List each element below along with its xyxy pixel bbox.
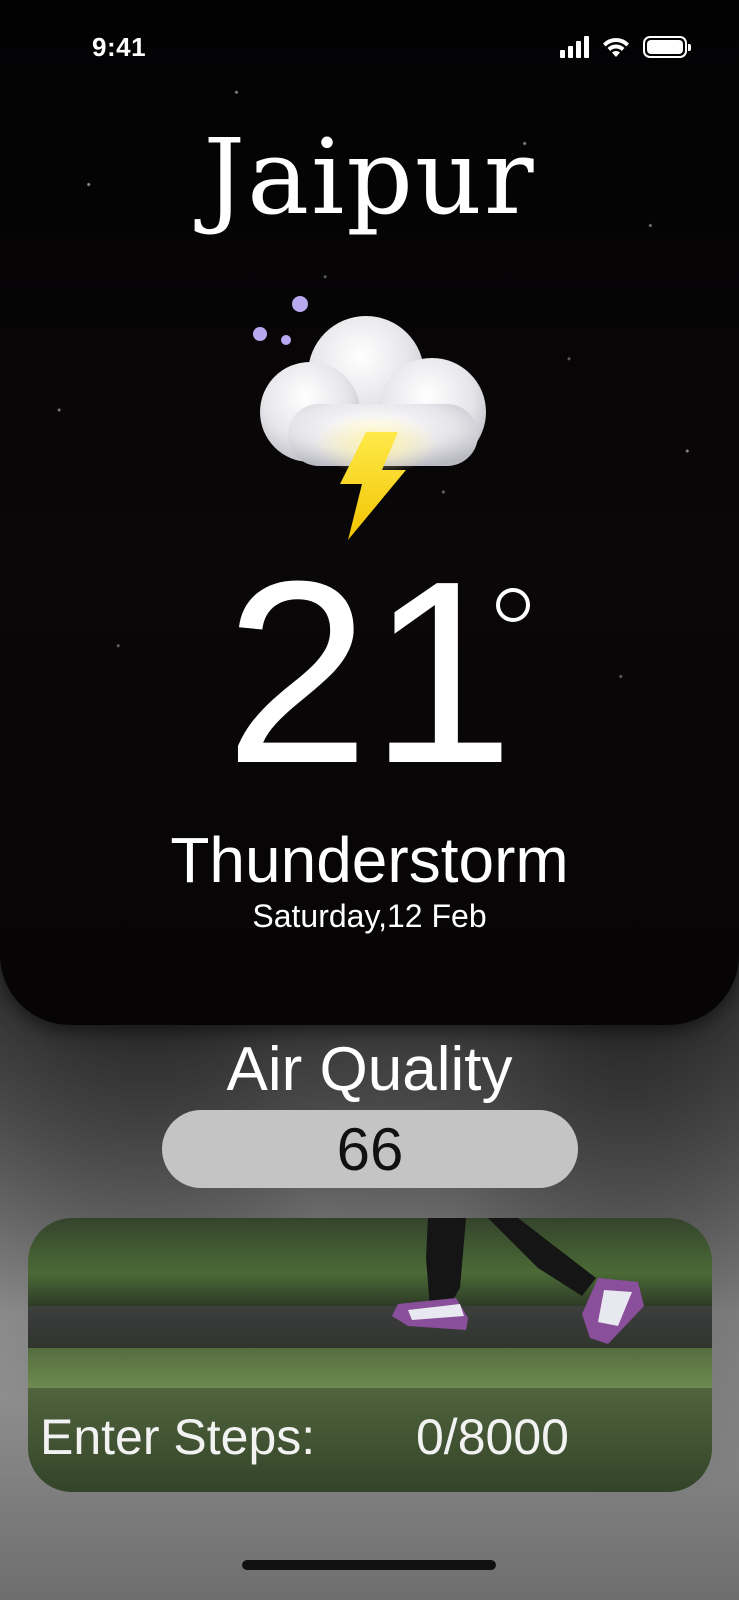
steps-label: Enter Steps:	[40, 1409, 316, 1465]
thunderstorm-night-icon	[253, 290, 496, 540]
walking-legs-image	[392, 1218, 644, 1344]
battery-icon	[643, 36, 691, 58]
city-name: Jaipur	[203, 116, 536, 238]
temperature-value: 21	[224, 528, 515, 818]
status-icons	[560, 36, 691, 58]
air-quality-label: Air Quality	[226, 1035, 513, 1104]
cellular-signal-icon	[560, 36, 589, 58]
home-indicator[interactable]	[242, 1560, 496, 1570]
weather-date: Saturday,12 Feb	[252, 898, 487, 934]
air-quality-value: 66	[162, 1110, 578, 1188]
wifi-icon	[603, 37, 629, 57]
steps-card[interactable]: Enter Steps: 0/8000	[28, 1218, 712, 1492]
degree-symbol	[496, 588, 530, 622]
weather-app-screen: 9:41 Jaipur 21 Thunderstorm Saturday,12 …	[0, 0, 739, 1600]
status-time: 9:41	[92, 32, 147, 62]
steps-counter[interactable]: 0/8000	[416, 1402, 569, 1472]
weather-condition: Thunderstorm	[170, 824, 569, 896]
status-bar: 9:41	[0, 0, 739, 100]
